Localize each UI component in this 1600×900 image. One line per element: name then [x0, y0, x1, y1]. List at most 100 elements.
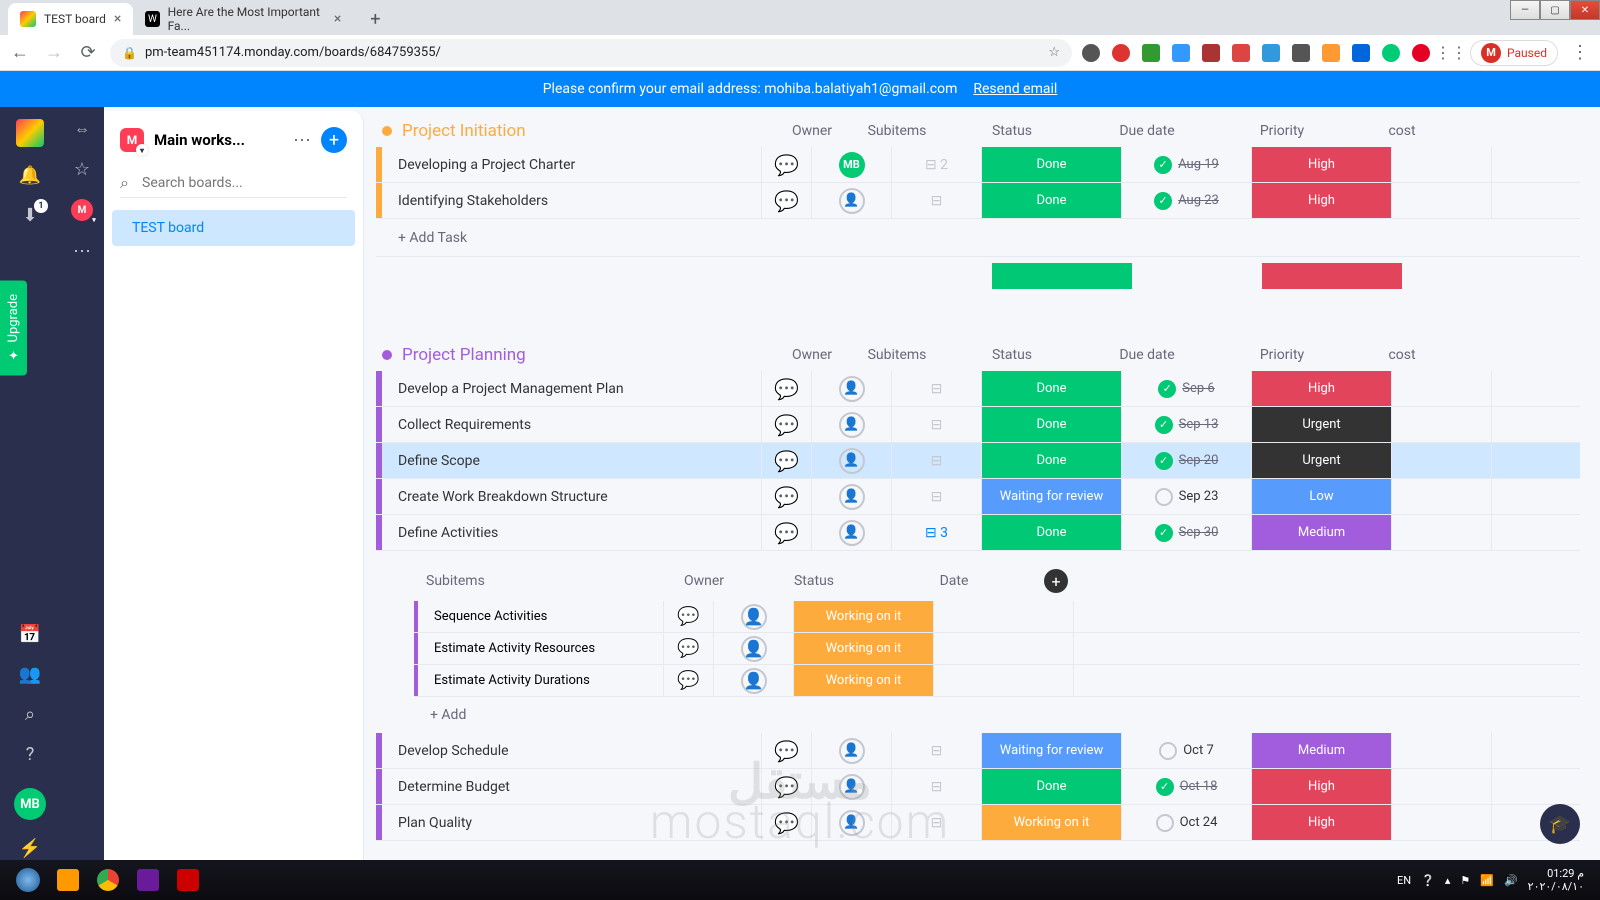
- subitem-name[interactable]: Sequence Activities: [418, 601, 664, 632]
- volume-icon[interactable]: 🔊: [1504, 874, 1518, 887]
- owner-empty-icon[interactable]: 👤: [839, 738, 865, 764]
- owner-empty-icon[interactable]: 👤: [839, 810, 865, 836]
- cost-cell[interactable]: [1392, 805, 1492, 840]
- collapse-icon[interactable]: ⇔: [74, 119, 90, 139]
- user-avatar[interactable]: MB: [14, 788, 46, 820]
- subitem-row[interactable]: Estimate Activity Durations 💬 👤 Working …: [414, 665, 1580, 697]
- task-name[interactable]: Developing a Project Charter: [382, 147, 762, 182]
- search-icon[interactable]: ⌕: [18, 702, 42, 726]
- task-row[interactable]: Developing a Project Charter 💬 MB ⊟ 2 Do…: [376, 147, 1580, 183]
- chat-icon[interactable]: 💬: [762, 479, 812, 514]
- monday-logo[interactable]: [16, 119, 44, 147]
- due-cell[interactable]: ✓Aug 23: [1122, 183, 1252, 218]
- app-icon[interactable]: [128, 862, 168, 898]
- subitem-status[interactable]: Working on it: [794, 601, 934, 632]
- search-boards-input[interactable]: [120, 169, 347, 197]
- priority-cell[interactable]: Low: [1252, 479, 1392, 514]
- ext-icon[interactable]: [1352, 44, 1370, 62]
- media-player-icon[interactable]: [48, 862, 88, 898]
- task-name[interactable]: Determine Budget: [382, 769, 762, 804]
- add-task-row[interactable]: + Add Task: [376, 219, 1580, 257]
- maximize-button[interactable]: ▢: [1540, 0, 1570, 20]
- language-indicator[interactable]: EN: [1397, 874, 1411, 887]
- pinterest-icon[interactable]: [1412, 44, 1430, 62]
- group-title[interactable]: Project Planning: [402, 345, 772, 365]
- subitems-cell[interactable]: ⊟: [892, 443, 982, 478]
- close-tab-icon[interactable]: ×: [334, 11, 341, 27]
- subitems-cell[interactable]: ⊟: [892, 407, 982, 442]
- chat-icon[interactable]: 💬: [762, 805, 812, 840]
- task-name[interactable]: Develop a Project Management Plan: [382, 371, 762, 406]
- adobe-icon[interactable]: [168, 862, 208, 898]
- chat-icon[interactable]: 💬: [664, 633, 714, 664]
- owner-cell[interactable]: 👤: [812, 183, 892, 218]
- subitem-row[interactable]: Estimate Activity Resources 💬 👤 Working …: [414, 633, 1580, 665]
- reload-button[interactable]: ⟳: [76, 41, 100, 65]
- chat-icon[interactable]: 💬: [762, 733, 812, 768]
- chat-icon[interactable]: 💬: [762, 443, 812, 478]
- subitem-date[interactable]: [934, 633, 1074, 664]
- puzzle-icon[interactable]: ⋮⋮: [1442, 44, 1460, 62]
- tab-active[interactable]: TEST board ×: [8, 3, 133, 35]
- more-icon[interactable]: ⋯: [293, 130, 311, 151]
- subitem-status[interactable]: Working on it: [794, 633, 934, 664]
- more-icon[interactable]: ⋯: [70, 239, 94, 263]
- subitem-row[interactable]: Sequence Activities 💬 👤 Working on it: [414, 601, 1580, 633]
- chat-icon[interactable]: 💬: [762, 371, 812, 406]
- priority-cell[interactable]: Urgent: [1252, 443, 1392, 478]
- status-cell[interactable]: Waiting for review: [982, 733, 1122, 768]
- chat-icon[interactable]: 💬: [664, 601, 714, 632]
- subitems-icon[interactable]: ⊟: [931, 815, 943, 831]
- task-name[interactable]: Collect Requirements: [382, 407, 762, 442]
- status-cell[interactable]: Done: [982, 769, 1122, 804]
- priority-cell[interactable]: Medium: [1252, 515, 1392, 550]
- flag-icon[interactable]: ⚑: [1460, 874, 1470, 887]
- priority-cell[interactable]: High: [1252, 769, 1392, 804]
- upgrade-button[interactable]: ✦ Upgrade: [0, 280, 27, 375]
- ext-icon[interactable]: [1292, 44, 1310, 62]
- due-cell[interactable]: ✓Sep 30: [1122, 515, 1252, 550]
- download-icon[interactable]: ⬇1: [18, 203, 42, 227]
- subitem-status[interactable]: Working on it: [794, 665, 934, 696]
- owner-empty-icon[interactable]: 👤: [839, 448, 865, 474]
- due-cell[interactable]: Sep 23: [1122, 479, 1252, 514]
- add-board-button[interactable]: +: [321, 127, 347, 153]
- due-cell[interactable]: ✓Oct 18: [1122, 769, 1252, 804]
- status-cell[interactable]: Done: [982, 515, 1122, 550]
- task-name[interactable]: Plan Quality: [382, 805, 762, 840]
- subitems-cell[interactable]: ⊟: [892, 769, 982, 804]
- star-icon[interactable]: ☆: [1048, 45, 1060, 60]
- workspace-icon[interactable]: M: [120, 128, 144, 152]
- help-icon[interactable]: ?: [18, 742, 42, 766]
- owner-avatar[interactable]: MB: [839, 152, 865, 178]
- status-cell[interactable]: Done: [982, 183, 1122, 218]
- owner-empty-icon[interactable]: 👤: [839, 484, 865, 510]
- chat-icon[interactable]: 💬: [762, 407, 812, 442]
- chat-icon[interactable]: 💬: [762, 769, 812, 804]
- subitem-owner[interactable]: 👤: [714, 633, 794, 664]
- close-tab-icon[interactable]: ×: [114, 11, 121, 27]
- owner-empty-icon[interactable]: 👤: [839, 520, 865, 546]
- start-button[interactable]: [8, 862, 48, 898]
- subitems-icon[interactable]: ⊟: [931, 453, 943, 469]
- forward-button[interactable]: →: [42, 41, 66, 65]
- owner-cell[interactable]: 👤: [812, 805, 892, 840]
- subitems-icon[interactable]: ⊟: [931, 193, 943, 209]
- task-row[interactable]: Define Scope 💬 👤 ⊟ Done ✓Sep 20 Urgent: [376, 443, 1580, 479]
- calendar-icon[interactable]: 📅: [18, 622, 42, 646]
- tray-icon[interactable]: ❔: [1421, 874, 1435, 887]
- chat-icon[interactable]: 💬: [664, 665, 714, 696]
- task-name[interactable]: Define Scope: [382, 443, 762, 478]
- board-item-test[interactable]: TEST board: [112, 210, 355, 246]
- owner-cell[interactable]: 👤: [812, 407, 892, 442]
- ext-icon[interactable]: [1172, 44, 1190, 62]
- owner-empty-icon[interactable]: 👤: [839, 412, 865, 438]
- subitems-icon[interactable]: ⊟: [931, 743, 943, 759]
- status-cell[interactable]: Done: [982, 371, 1122, 406]
- profile-badge[interactable]: M Paused: [1470, 40, 1558, 66]
- due-cell[interactable]: ✓Sep 20: [1122, 443, 1252, 478]
- ext-icon[interactable]: [1322, 44, 1340, 62]
- subitems-icon[interactable]: ⊟: [931, 417, 943, 433]
- ext-icon[interactable]: [1082, 44, 1100, 62]
- tray-chevron-icon[interactable]: ▴: [1445, 874, 1451, 887]
